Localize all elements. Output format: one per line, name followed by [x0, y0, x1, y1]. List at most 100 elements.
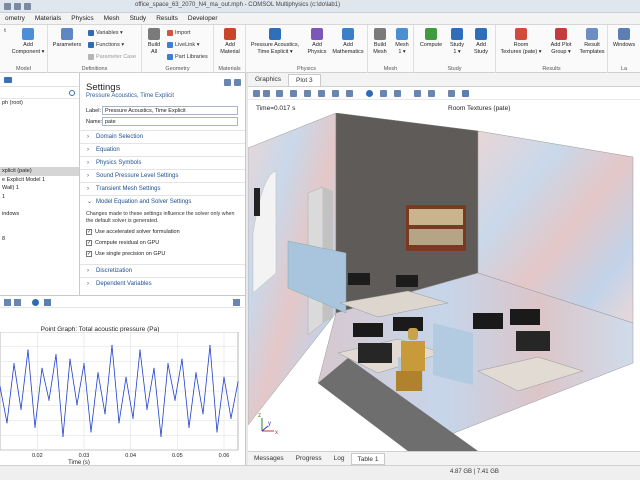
grid-icon[interactable] — [428, 90, 435, 97]
tree-item[interactable] — [0, 201, 79, 210]
part-libraries-button[interactable]: Part Libraries — [167, 54, 208, 60]
graphics-toolbar — [248, 87, 640, 100]
file-icon[interactable] — [4, 2, 11, 10]
zoom-out-icon[interactable] — [263, 90, 270, 97]
section-spl-settings[interactable]: › Sound Pressure Level Settings — [80, 169, 245, 181]
model-tree-search[interactable] — [0, 87, 79, 99]
tree-item[interactable] — [0, 142, 79, 151]
rotate-icon[interactable] — [304, 90, 311, 97]
pressure-acoustics-button[interactable]: Pressure Acoustics, Time Explicit ▾ — [248, 28, 302, 56]
scene-light-icon[interactable] — [414, 90, 421, 97]
tree-item[interactable] — [0, 125, 79, 134]
tree-item[interactable]: ph (root) — [0, 99, 79, 108]
tab-messages[interactable]: Messages — [248, 455, 290, 462]
print-icon[interactable] — [448, 90, 455, 97]
tree-item[interactable] — [0, 244, 79, 253]
add-study-button[interactable]: Add Study — [470, 28, 492, 56]
transparency-icon[interactable] — [380, 90, 387, 97]
label-field[interactable]: Pressure Acoustics, Time Explicit — [102, 106, 238, 115]
menu-study[interactable]: Study — [125, 15, 152, 22]
section-equation[interactable]: › Equation — [80, 143, 245, 155]
variables-button[interactable]: Variables ▾ — [88, 30, 123, 36]
tree-item[interactable]: 1 — [0, 193, 79, 202]
quick-access-toolbar[interactable] — [0, 2, 31, 10]
tree-item[interactable]: Wall) 1 — [0, 184, 79, 193]
help-icon[interactable] — [234, 79, 241, 86]
build-all-button[interactable]: Build All — [144, 28, 164, 56]
menu-physics[interactable]: Physics — [66, 15, 98, 22]
tab-progress[interactable]: Progress — [290, 455, 328, 462]
settings-gear-icon[interactable] — [32, 299, 39, 306]
add-plot-group-button[interactable]: Add Plot Group ▾ — [546, 28, 576, 56]
tree-item[interactable]: 8 — [0, 235, 79, 244]
refresh-icon[interactable] — [69, 90, 75, 96]
snapshot-icon[interactable] — [44, 299, 51, 306]
result-templates-button[interactable]: Result Templates — [578, 28, 606, 56]
undo-icon[interactable] — [24, 2, 31, 10]
residual-gpu-checkbox[interactable]: ✓ Compute residual on GPU — [86, 240, 159, 246]
tab-log[interactable]: Log — [328, 455, 351, 462]
view-icon[interactable] — [346, 90, 353, 97]
section-discretization[interactable]: › Discretization — [80, 264, 245, 276]
snapshot-icon[interactable] — [462, 90, 469, 97]
section-transient-mesh[interactable]: › Transient Mesh Settings — [80, 182, 245, 194]
section-solver-settings[interactable]: ⌄ Model Equation and Solver Settings — [80, 195, 245, 207]
tab-graphics[interactable]: Graphics — [248, 74, 288, 86]
room-3d-render[interactable]: z y x — [248, 113, 640, 451]
tree-item[interactable]: e Explicit Model 1 — [0, 176, 79, 185]
windows-button[interactable]: Windows — [610, 28, 638, 49]
name-field[interactable]: pate — [102, 117, 238, 126]
import-button[interactable]: Import — [167, 30, 191, 36]
menu-developer[interactable]: Developer — [183, 15, 223, 22]
add-physics-button[interactable]: Add Physics — [304, 28, 330, 56]
pan-icon[interactable] — [318, 90, 325, 97]
tree-item[interactable] — [0, 227, 79, 236]
tree-item[interactable] — [0, 108, 79, 117]
tree-item[interactable] — [0, 252, 79, 261]
parameter-case-button[interactable]: Parameter Case — [88, 54, 136, 60]
room-textures-button[interactable]: Room Textures (pate) ▾ — [498, 28, 544, 56]
tree-item[interactable] — [0, 218, 79, 227]
pin-icon[interactable] — [224, 79, 231, 86]
single-precision-checkbox[interactable]: ✓ Use single precision on GPU — [86, 251, 165, 257]
save-icon[interactable] — [14, 2, 21, 10]
pan-icon[interactable] — [14, 299, 21, 306]
wireframe-icon[interactable] — [394, 90, 401, 97]
section-domain-selection[interactable]: › Domain Selection — [80, 130, 245, 142]
add-component-button[interactable]: Add Component ▾ — [10, 28, 46, 56]
compute-button[interactable]: Compute — [418, 28, 444, 49]
zoom-box-icon[interactable] — [276, 90, 283, 97]
select-icon[interactable] — [332, 90, 339, 97]
section-physics-symbols[interactable]: › Physics Symbols — [80, 156, 245, 168]
menu-materials[interactable]: Materials — [30, 15, 66, 22]
tab-table1[interactable]: Table 1 — [350, 452, 386, 465]
menu-results[interactable]: Results — [151, 15, 183, 22]
zoom-in-icon[interactable] — [253, 90, 260, 97]
section-dependent-variables[interactable]: › Dependent Variables — [80, 277, 245, 289]
graph-help-icon[interactable] — [233, 299, 240, 306]
livelink-button[interactable]: LiveLink ▾ — [167, 42, 199, 48]
name-row: Name: pate — [86, 117, 238, 126]
zoom-icon[interactable] — [4, 299, 11, 306]
tree-item[interactable]: xplicit (pate) — [0, 167, 79, 176]
mesh1-button[interactable]: Mesh 1 ▾ — [392, 28, 412, 56]
tree-item[interactable] — [0, 159, 79, 168]
tree-nav-icon[interactable] — [4, 76, 12, 83]
menu-mesh[interactable]: Mesh — [99, 15, 125, 22]
zoom-extents-icon[interactable] — [290, 90, 297, 97]
views-icon[interactable] — [366, 90, 373, 97]
functions-button[interactable]: Functions ▾ — [88, 42, 124, 48]
tree-item[interactable]: indows — [0, 210, 79, 219]
data-point — [118, 422, 120, 424]
study1-button[interactable]: Study 1 ▾ — [447, 28, 467, 56]
parameters-button[interactable]: Parameters — [51, 28, 83, 49]
tree-item[interactable] — [0, 133, 79, 142]
tab-plot3[interactable]: Plot 3 — [288, 74, 321, 86]
tree-item[interactable] — [0, 116, 79, 125]
accelerated-solver-checkbox[interactable]: ✓ Use accelerated solver formulation — [86, 229, 180, 235]
tree-item[interactable] — [0, 150, 79, 159]
add-material-button[interactable]: Add Material — [217, 28, 243, 56]
add-mathematics-button[interactable]: Add Mathematics — [331, 28, 365, 56]
menu-geometry[interactable]: ometry — [0, 15, 30, 22]
build-mesh-button[interactable]: Build Mesh — [370, 28, 390, 56]
